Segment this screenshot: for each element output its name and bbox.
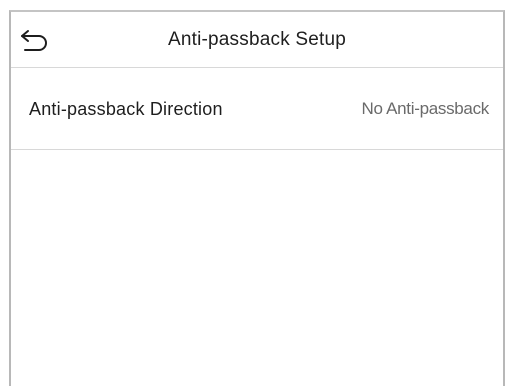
return-arrow-icon: [19, 25, 53, 55]
top-background: [0, 0, 507, 10]
back-button[interactable]: [19, 25, 53, 55]
device-screen: Anti-passback Setup Anti-passback Direct…: [9, 10, 505, 386]
anti-passback-direction-row[interactable]: Anti-passback Direction No Anti-passback: [11, 68, 503, 150]
setting-value: No Anti-passback: [361, 99, 490, 118]
page-title: Anti-passback Setup: [167, 29, 347, 50]
title-bar: Anti-passback Setup: [11, 12, 503, 68]
setting-label: Anti-passback Direction: [29, 99, 223, 119]
